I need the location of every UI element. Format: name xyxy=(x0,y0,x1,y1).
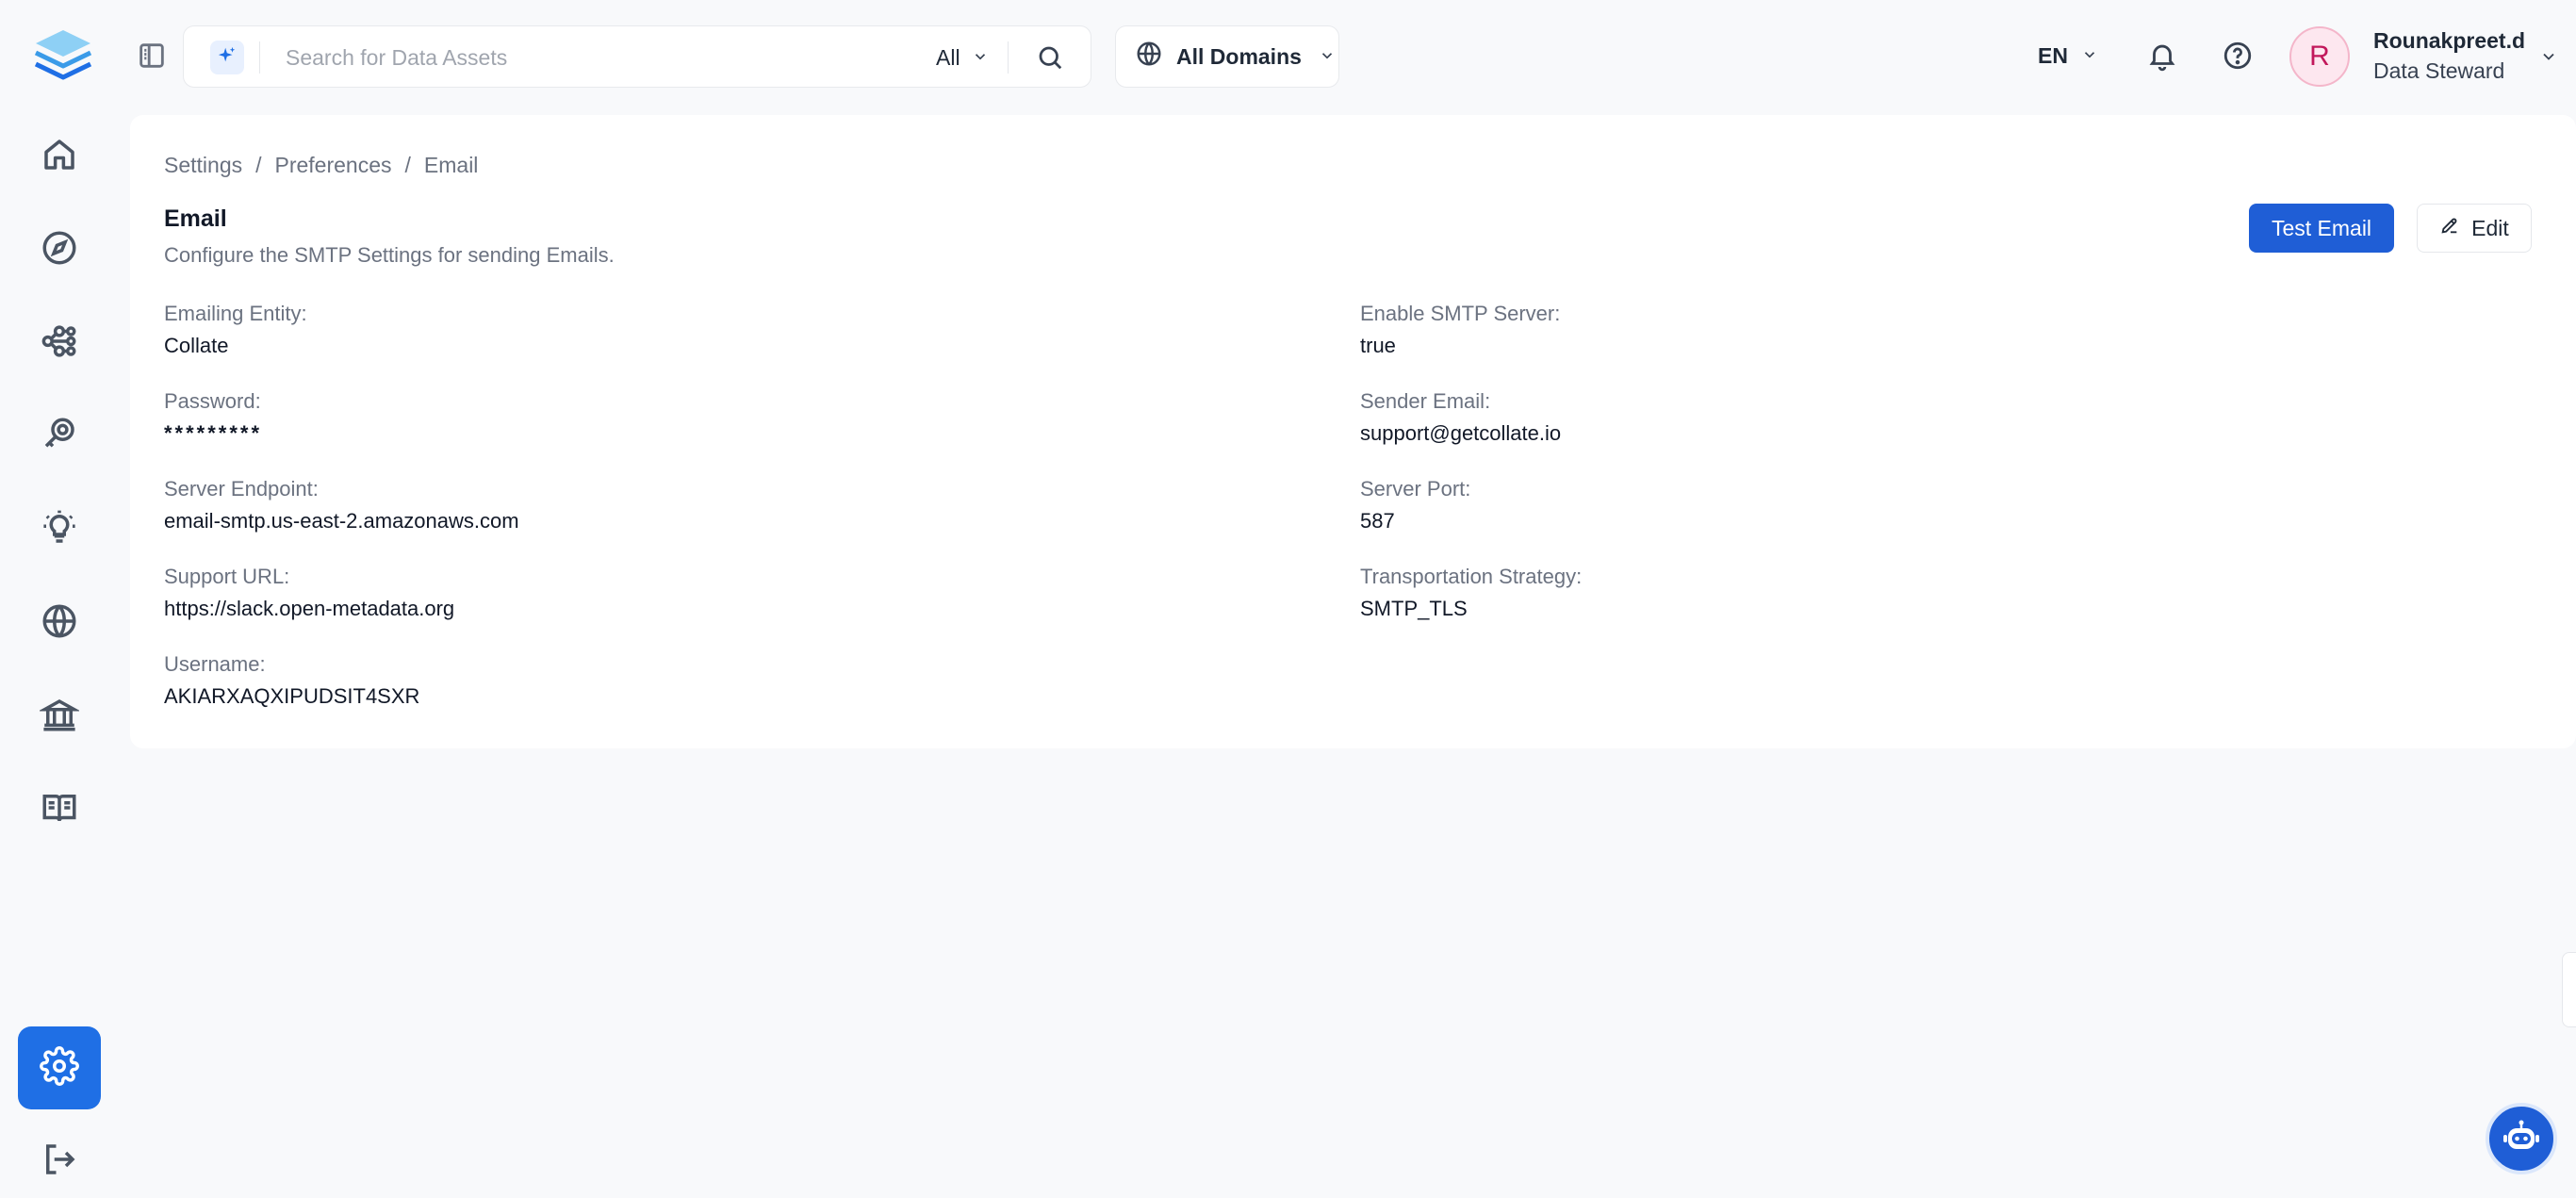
domains-icon xyxy=(40,601,79,646)
transport-strategy-label: Transportation Strategy: xyxy=(1360,565,1583,588)
transport-strategy-value: SMTP_TLS xyxy=(1360,597,1468,620)
bell-icon xyxy=(2146,44,2178,75)
breadcrumb: Settings / Preferences / Email xyxy=(164,153,478,178)
edit-button[interactable]: Edit xyxy=(2417,204,2532,253)
insights-icon xyxy=(40,508,79,552)
nav-settings[interactable] xyxy=(18,1026,101,1109)
edit-button-label: Edit xyxy=(2471,215,2509,240)
gear-icon xyxy=(40,1045,79,1091)
globe-icon xyxy=(1135,40,1163,74)
chatbot-button[interactable] xyxy=(2486,1103,2557,1174)
nav-governance[interactable] xyxy=(18,675,101,758)
explore-icon xyxy=(40,228,79,272)
search-divider xyxy=(259,41,260,74)
enable-smtp-label: Enable SMTP Server: xyxy=(1360,302,1561,325)
breadcrumb-email: Email xyxy=(423,153,479,177)
domain-selector-label: All Domains xyxy=(1176,43,1302,69)
nav-lineage[interactable] xyxy=(18,302,101,385)
email-settings-card: Settings / Preferences / Email Email Con… xyxy=(130,115,2576,748)
sparkle-icon xyxy=(217,45,238,71)
app-logo[interactable] xyxy=(32,25,94,87)
chevron-down-icon xyxy=(2539,53,2558,70)
home-icon xyxy=(40,135,79,179)
avatar-initial: R xyxy=(2309,41,2330,72)
chevron-down-icon xyxy=(972,45,989,71)
support-url-label: Support URL: xyxy=(164,565,290,588)
notifications-button[interactable] xyxy=(2146,40,2178,72)
breadcrumb-preferences[interactable]: Preferences xyxy=(275,153,392,178)
lineage-icon xyxy=(40,321,79,366)
nav-domains[interactable] xyxy=(18,582,101,665)
page-description: Configure the SMTP Settings for sending … xyxy=(164,243,615,267)
password-value: ********* xyxy=(164,421,263,445)
breadcrumb-separator: / xyxy=(404,153,411,177)
search-icon xyxy=(1036,46,1064,75)
help-icon xyxy=(2222,41,2254,75)
search-button[interactable] xyxy=(1036,43,1064,72)
ai-search-button[interactable] xyxy=(210,41,244,74)
help-button[interactable] xyxy=(2222,40,2254,72)
logout-button[interactable] xyxy=(18,1120,101,1198)
enable-smtp-value: true xyxy=(1360,334,1396,357)
server-endpoint-label: Server Endpoint: xyxy=(164,477,319,501)
governance-icon xyxy=(38,695,81,739)
username-label: Username: xyxy=(164,652,266,676)
nav-insights[interactable] xyxy=(18,488,101,571)
language-selector[interactable]: EN xyxy=(2038,40,2098,72)
sender-email-value: support@getcollate.io xyxy=(1360,421,1562,445)
sender-email-label: Sender Email: xyxy=(1360,389,1491,413)
user-name[interactable]: Rounakpreet.d xyxy=(2373,28,2525,54)
page-title: Email xyxy=(164,205,227,232)
side-panel-handle[interactable] xyxy=(2562,952,2576,1027)
search-input[interactable] xyxy=(286,40,898,75)
server-port-value: 587 xyxy=(1360,509,1395,533)
username-value: AKIARXAQXIPUDSIT4SXR xyxy=(164,684,420,708)
nav-explore[interactable] xyxy=(18,208,101,291)
domain-selector[interactable]: All Domains xyxy=(1115,25,1339,88)
password-label: Password: xyxy=(164,389,261,413)
nav-observability[interactable] xyxy=(18,395,101,478)
nav-glossary[interactable] xyxy=(18,768,101,851)
glossary-icon xyxy=(40,788,79,832)
pencil-icon xyxy=(2439,215,2460,241)
user-role: Data Steward xyxy=(2373,58,2505,83)
robot-icon xyxy=(2501,1116,2542,1162)
support-url-value: https://slack.open-metadata.org xyxy=(164,597,455,620)
search-divider xyxy=(1008,41,1009,74)
logout-icon xyxy=(40,1140,79,1184)
emailing-entity-label: Emailing Entity: xyxy=(164,302,307,325)
search-filter-value: All xyxy=(936,44,960,70)
nav-home[interactable] xyxy=(18,115,101,198)
search-filter-dropdown[interactable]: All xyxy=(936,41,989,74)
chevron-down-icon xyxy=(2081,43,2098,69)
server-endpoint-value: email-smtp.us-east-2.amazonaws.com xyxy=(164,509,519,533)
emailing-entity-value: Collate xyxy=(164,334,229,357)
left-sidebar xyxy=(0,0,117,1198)
chevron-down-icon xyxy=(1315,44,1336,70)
global-search: All xyxy=(183,25,1091,88)
test-email-button[interactable]: Test Email xyxy=(2249,204,2394,253)
sidebar-toggle-icon xyxy=(136,43,168,75)
breadcrumb-separator: / xyxy=(255,153,262,177)
sidebar-toggle-button[interactable] xyxy=(136,40,168,72)
server-port-label: Server Port: xyxy=(1360,477,1471,501)
language-label: EN xyxy=(2038,42,2068,68)
avatar[interactable]: R xyxy=(2289,26,2350,87)
observability-icon xyxy=(40,415,79,459)
breadcrumb-settings[interactable]: Settings xyxy=(164,153,242,178)
user-menu-dropdown[interactable] xyxy=(2539,47,2558,66)
